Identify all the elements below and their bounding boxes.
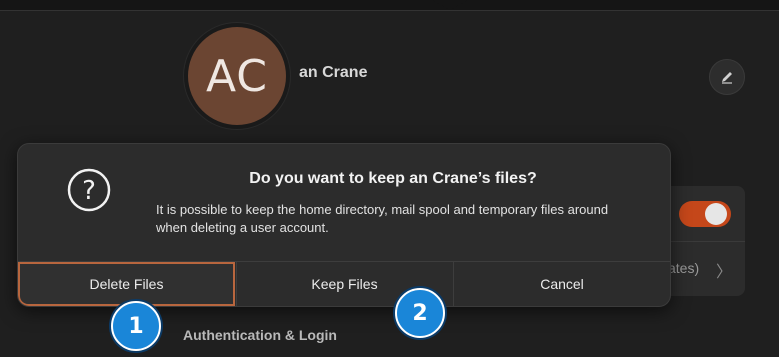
dialog-title: Do you want to keep an Crane’s files? — [249, 170, 537, 187]
edit-name-button[interactable] — [709, 59, 745, 95]
user-name[interactable]: an Crane — [299, 64, 367, 82]
avatar[interactable]: AC — [188, 27, 286, 125]
question-circle-icon: ? — [67, 168, 111, 212]
section-title-authentication: Authentication & Login — [183, 327, 337, 343]
keep-files-dialog: ? Do you want to keep an Crane’s files? … — [17, 143, 671, 307]
updates-label: ates) — [668, 260, 700, 276]
annotation-badge-2: 2 — [395, 288, 445, 338]
annotation-badge-1: 1 — [111, 301, 161, 351]
svg-text:?: ? — [82, 176, 96, 206]
dialog-button-row: Delete Files Keep Files Cancel — [18, 261, 670, 306]
toggle-knob — [705, 203, 727, 225]
dialog-message: It is possible to keep the home director… — [156, 202, 609, 235]
pencil-icon — [722, 72, 732, 84]
delete-files-button[interactable]: Delete Files — [18, 262, 235, 306]
chevron-right-icon[interactable]: 〉 — [716, 258, 732, 282]
top-bar — [0, 0, 779, 11]
cancel-button[interactable]: Cancel — [453, 262, 670, 306]
avatar-initials: AC — [205, 50, 269, 102]
popover-arrow — [432, 0, 468, 10]
